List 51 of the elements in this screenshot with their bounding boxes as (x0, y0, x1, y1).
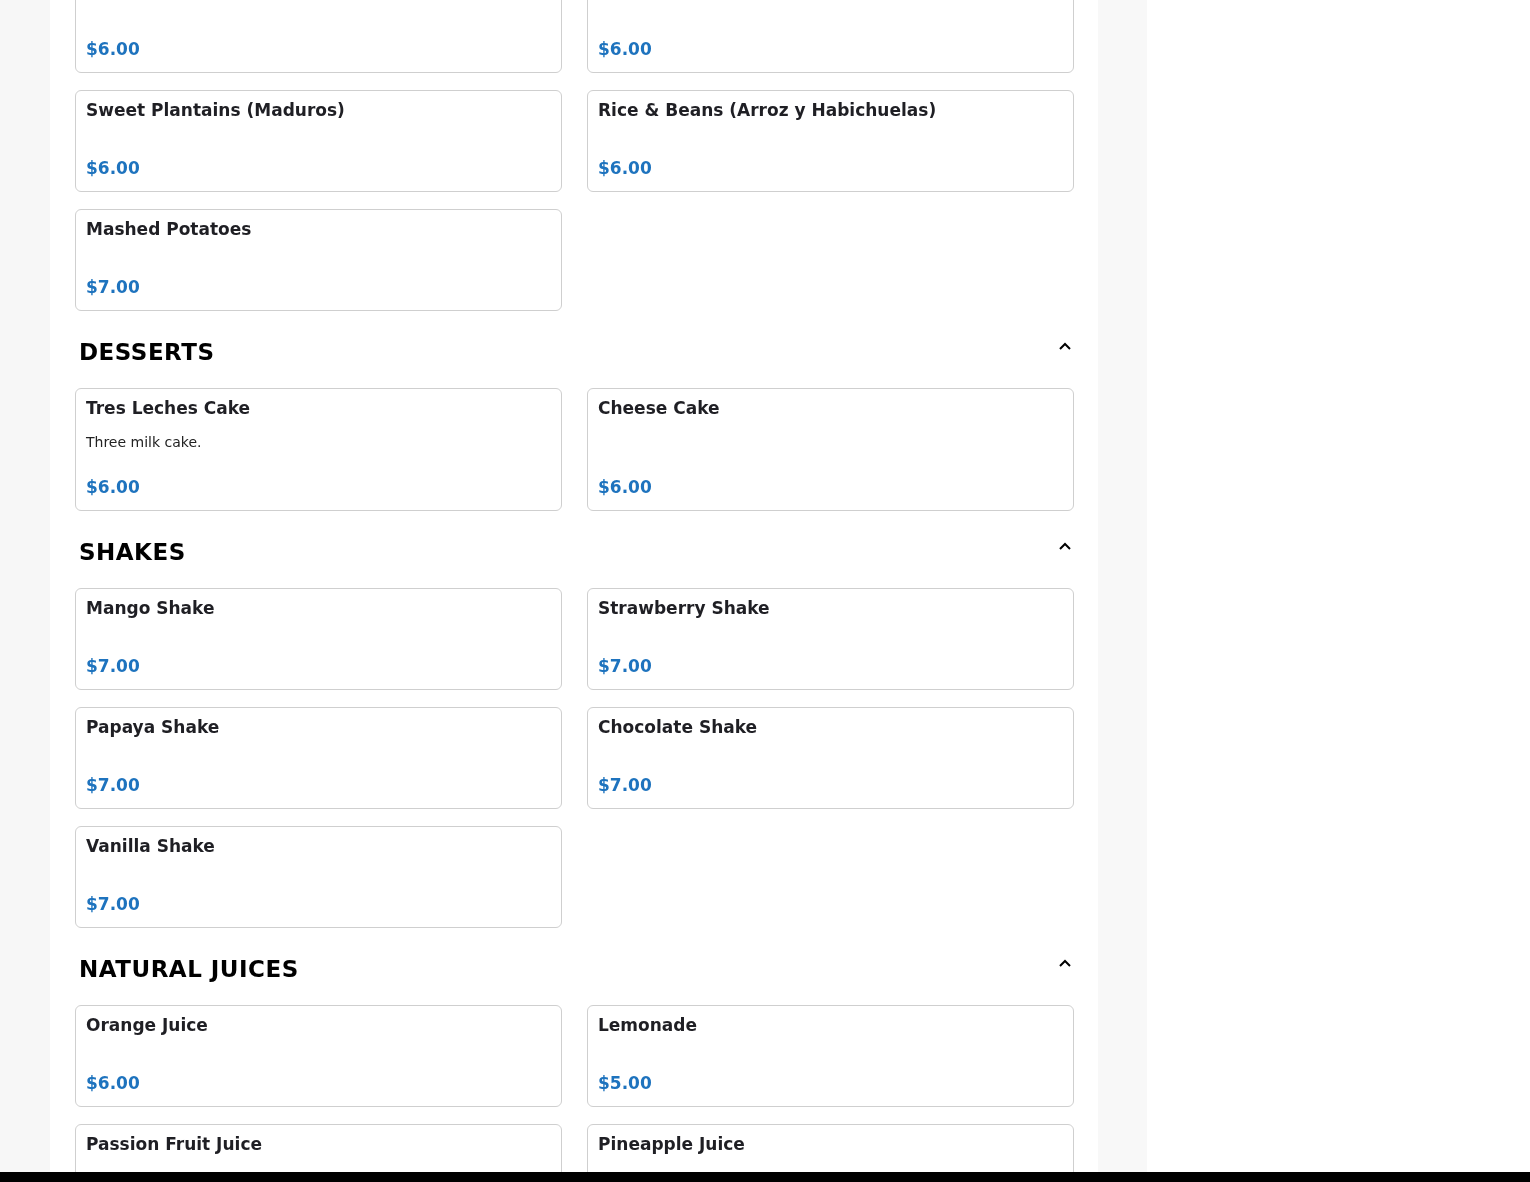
menu-item-card[interactable]: Cheese Cake $6.00 (587, 388, 1074, 511)
item-price: $6.00 (86, 1072, 141, 1093)
menu-item-card[interactable]: Mango Shake $7.00 (75, 588, 562, 690)
menu-item-card[interactable]: Sweet Plantains (Maduros) $6.00 (75, 90, 562, 192)
item-name: Pineapple Juice (598, 1134, 746, 1154)
menu-item-card[interactable]: Orange Juice $6.00 (75, 1005, 562, 1107)
item-price: $6.00 (598, 157, 653, 178)
item-name: Rice & Beans (Arroz y Habichuelas) (598, 100, 938, 120)
menu-item-card[interactable]: $6.00 (75, 0, 562, 73)
item-name: Orange Juice (86, 1015, 209, 1035)
item-price: $7.00 (86, 774, 141, 795)
item-name: Mango Shake (86, 598, 216, 618)
item-name: Lemonade (598, 1015, 699, 1035)
item-price: $7.00 (598, 774, 653, 795)
menu-item-card[interactable]: Papaya Shake $7.00 (75, 707, 562, 809)
menu-item-card[interactable]: Passion Fruit Juice (75, 1124, 562, 1172)
item-name: Passion Fruit Juice (86, 1134, 263, 1154)
menu-item-card[interactable]: Tres Leches Cake Three milk cake. $6.00 (75, 388, 562, 511)
item-price: $6.00 (86, 38, 141, 59)
item-name: Cheese Cake (598, 398, 721, 418)
menu-item-card[interactable]: Strawberry Shake $7.00 (587, 588, 1074, 690)
item-name: Tres Leches Cake (86, 398, 252, 418)
menu-item-card[interactable]: Chocolate Shake $7.00 (587, 707, 1074, 809)
section-title: NATURAL JUICES (79, 955, 299, 984)
menu-item-card[interactable]: Vanilla Shake $7.00 (75, 826, 562, 928)
item-price: $6.00 (86, 157, 141, 178)
item-price: $6.00 (598, 38, 653, 59)
item-description: Three milk cake. (86, 433, 203, 451)
menu-item-card[interactable]: Rice & Beans (Arroz y Habichuelas) $6.00 (587, 90, 1074, 192)
item-name: Chocolate Shake (598, 717, 759, 737)
chevron-up-icon[interactable] (1058, 541, 1072, 551)
item-price: $6.00 (598, 476, 653, 497)
item-name: Papaya Shake (86, 717, 221, 737)
item-price: $5.00 (598, 1072, 653, 1093)
menu-item-card[interactable]: $6.00 (587, 0, 1074, 73)
item-price: $7.00 (86, 893, 141, 914)
menu-item-card[interactable]: Pineapple Juice (587, 1124, 1074, 1172)
menu-item-card[interactable]: Mashed Potatoes $7.00 (75, 209, 562, 311)
item-price: $7.00 (86, 276, 141, 297)
item-name: Sweet Plantains (Maduros) (86, 100, 346, 120)
item-price: $6.00 (86, 476, 141, 497)
item-name: Mashed Potatoes (86, 219, 253, 239)
section-title: DESSERTS (79, 338, 215, 367)
section-title: SHAKES (79, 538, 186, 567)
item-name: Strawberry Shake (598, 598, 771, 618)
menu-item-card[interactable]: Lemonade $5.00 (587, 1005, 1074, 1107)
item-name: Vanilla Shake (86, 836, 216, 856)
item-price: $7.00 (598, 655, 653, 676)
chevron-up-icon[interactable] (1058, 958, 1072, 968)
item-price: $7.00 (86, 655, 141, 676)
chevron-up-icon[interactable] (1058, 341, 1072, 351)
